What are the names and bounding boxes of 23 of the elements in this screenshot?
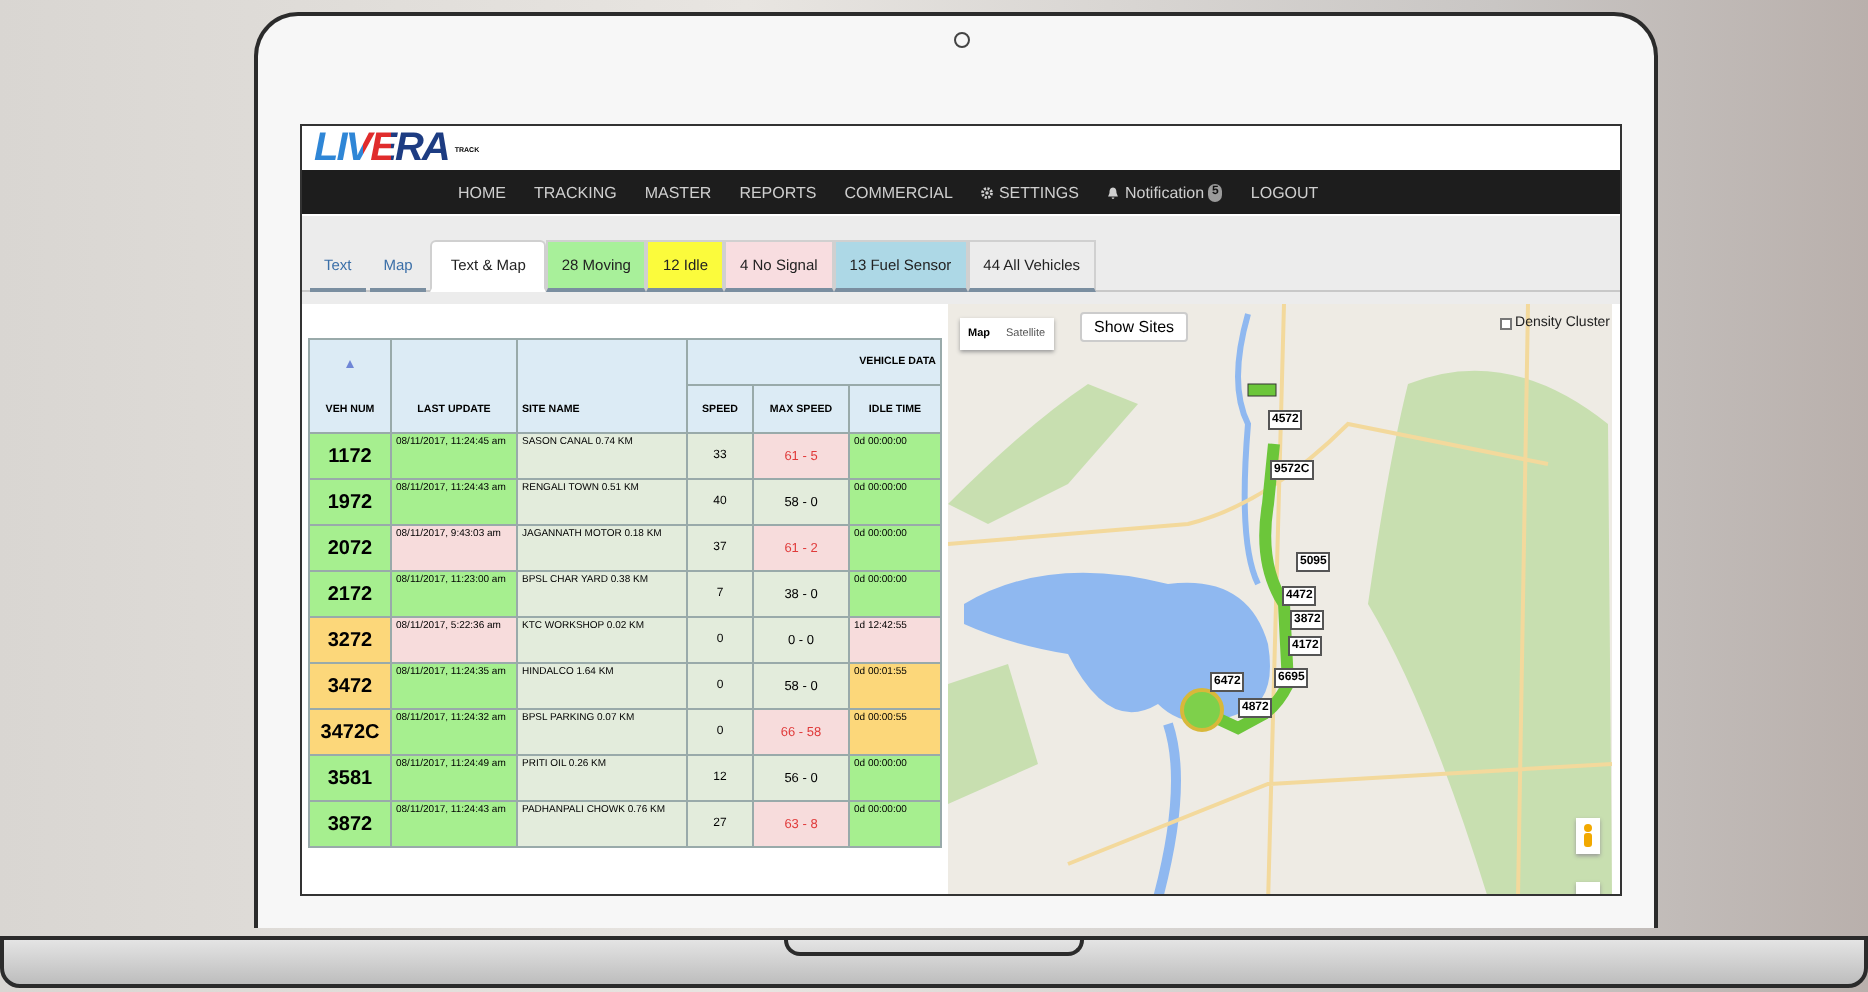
show-sites-button[interactable]: Show Sites (1080, 312, 1189, 342)
nav-link[interactable]: SETTINGS (980, 183, 1079, 201)
nav-link[interactable]: HOME (458, 183, 506, 201)
nav-link[interactable]: TRACKING (534, 183, 617, 201)
table-cell: 2172 (309, 571, 391, 617)
table-cell: 1972 (309, 479, 391, 525)
table-cell: 3581 (309, 755, 391, 801)
bell-icon (1106, 185, 1121, 199)
pegman-icon[interactable] (1576, 818, 1600, 854)
table-cell: 3872 (309, 801, 391, 847)
gear-icon (980, 185, 995, 199)
nav-link[interactable]: LOGOUT (1250, 183, 1319, 201)
table-cell: 1172 (309, 433, 391, 479)
table-cell: 3272 (309, 617, 391, 663)
nav-link[interactable]: REPORTS (739, 183, 817, 201)
nav-link[interactable]: COMMERCIAL (844, 183, 953, 201)
table-cell: 3472 (309, 663, 391, 709)
checkbox[interactable] (1499, 317, 1512, 329)
nav-link[interactable]: MASTER (644, 183, 712, 201)
sort-icon[interactable] (346, 360, 354, 368)
table-cell: 3472C (309, 709, 391, 755)
camera-icon (953, 32, 969, 48)
table-cell: 2072 (309, 525, 391, 571)
